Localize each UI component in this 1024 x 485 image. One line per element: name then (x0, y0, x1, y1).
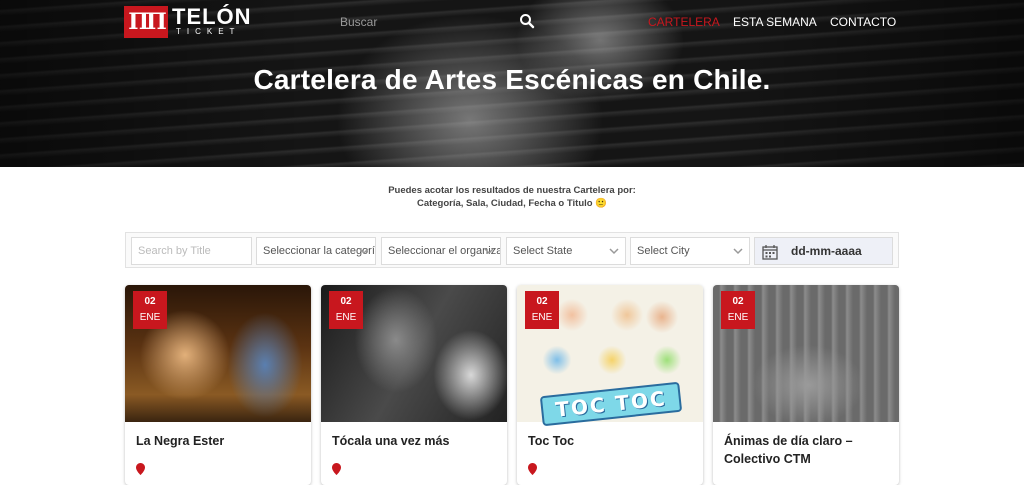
intro-line-2: Categoría, Sala, Ciudad, Fecha o Titulo … (416, 198, 608, 209)
event-title[interactable]: Tócala una vez más (332, 432, 502, 450)
event-card[interactable]: TOC TOC 02 ENE Toc Toc (517, 285, 703, 485)
intro-line-1: Puedes acotar los resultados de nuestra … (388, 185, 636, 196)
nav-cartelera[interactable]: CARTELERA (648, 15, 720, 29)
date-month: ENE (335, 312, 357, 323)
event-title[interactable]: La Negra Ester (136, 432, 306, 450)
event-card[interactable]: 02 ENE La Negra Ester (125, 285, 311, 485)
chevron-down-icon (484, 248, 494, 255)
location-pin-icon (528, 463, 537, 475)
chevron-down-icon (359, 248, 369, 255)
organizer-select[interactable]: Seleccionar el organizador (381, 237, 501, 265)
event-card[interactable]: 02 ENE Tócala una vez más (321, 285, 507, 485)
date-day: 02 (144, 296, 156, 307)
search-icon[interactable] (519, 13, 535, 29)
date-month: ENE (727, 312, 749, 323)
logo-title: TELÓN (172, 4, 252, 29)
chevron-down-icon (733, 248, 743, 255)
location-pin-icon (332, 463, 341, 475)
search-input[interactable] (340, 12, 520, 32)
date-day: 02 (536, 296, 548, 307)
intro-text: Puedes acotar los resultados de nuestra … (0, 184, 1024, 210)
top-navigation: ΠΠ TELÓN TICKET CARTELERA ESTA SEMANA CO… (0, 0, 1024, 44)
date-input[interactable]: dd-mm-aaaa (754, 237, 893, 265)
date-month: ENE (139, 312, 161, 323)
page-title: Cartelera de Artes Escénicas en Chile. (253, 64, 771, 95)
location-pin-icon (136, 463, 145, 475)
logo[interactable]: ΠΠ TELÓN TICKET (124, 6, 252, 38)
category-select[interactable]: Seleccionar la categoría (256, 237, 376, 265)
logo-subtitle: TICKET (176, 27, 241, 36)
filter-bar: Search by Title Seleccionar la categoría… (125, 232, 899, 268)
nav-esta-semana[interactable]: ESTA SEMANA (733, 15, 817, 29)
event-card[interactable]: 02 ENE Ánimas de día claro – Colectivo C… (713, 285, 899, 485)
date-badge: 02 ENE (721, 291, 755, 329)
date-input-value: dd-mm-aaaa (791, 244, 862, 258)
hero-banner: ΠΠ TELÓN TICKET CARTELERA ESTA SEMANA CO… (0, 0, 1024, 167)
chevron-down-icon (609, 248, 619, 255)
date-badge: 02 ENE (329, 291, 363, 329)
event-title[interactable]: Toc Toc (528, 432, 698, 450)
date-badge: 02 ENE (525, 291, 559, 329)
date-badge: 02 ENE (133, 291, 167, 329)
event-title[interactable]: Ánimas de día claro – Colectivo CTM (724, 432, 894, 468)
logo-mark: ΠΠ (124, 6, 168, 38)
date-day: 02 (732, 296, 744, 307)
city-select[interactable]: Select City (630, 237, 750, 265)
date-day: 02 (340, 296, 352, 307)
title-search-input[interactable]: Search by Title (131, 237, 252, 265)
calendar-icon (762, 245, 778, 260)
nav-contacto[interactable]: CONTACTO (830, 15, 896, 29)
city-select-value: Select City (637, 245, 690, 257)
state-select[interactable]: Select State (506, 237, 626, 265)
date-month: ENE (531, 312, 553, 323)
state-select-value: Select State (513, 245, 573, 257)
